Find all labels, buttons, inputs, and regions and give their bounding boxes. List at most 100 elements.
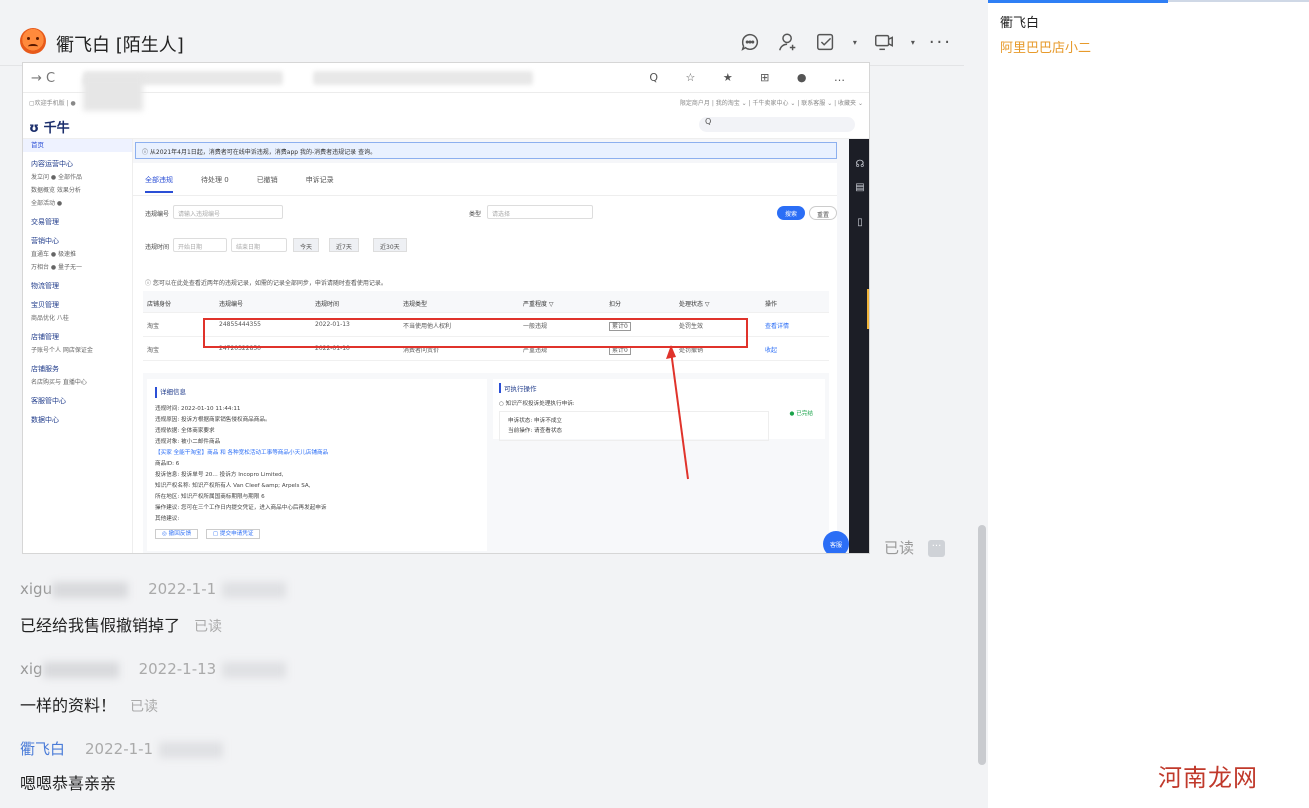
table-cell: 中级管理 xyxy=(523,553,547,554)
sidebar-item: 内容运营中心 xyxy=(31,160,73,168)
task-check-icon[interactable] xyxy=(813,30,839,54)
column-header: 扣分 xyxy=(609,301,622,308)
table-cell: 扣48 xyxy=(609,553,629,554)
column-header: 违规编号 xyxy=(219,301,244,308)
blurred-time xyxy=(222,581,287,598)
detail-line: 商品ID: 6 xyxy=(155,461,180,467)
read-status: 已读 xyxy=(194,619,223,635)
sidebar-item: 万相台 ● 量子无一 xyxy=(31,264,83,271)
start-date-input: 开始日期 xyxy=(173,238,227,252)
chat-bubble-icon[interactable] xyxy=(737,30,763,54)
blurred-name xyxy=(52,581,129,598)
completed-status: ● 已完结 xyxy=(789,411,813,417)
float-service-button: 客服 xyxy=(823,531,849,553)
tab-item: 全部违规 xyxy=(145,175,173,193)
read-status: 已读 xyxy=(884,539,915,557)
violation-detail: 详细信息 违规时间: 2022-01-10 11:44:11 违规原因: 投诉方根… xyxy=(143,373,829,553)
message-text[interactable]: 嗯嗯恭喜亲亲 xyxy=(20,770,116,794)
detail-line: 【买家 全能干淘宝】商品 和 各种宽松活动工事等商品小天儿店铺商品 xyxy=(155,450,329,456)
add-contact-icon[interactable] xyxy=(775,30,801,54)
detail-info: 详细信息 违规时间: 2022-01-10 11:44:11 违规原因: 投诉方根… xyxy=(147,379,487,551)
contact-avatar[interactable] xyxy=(20,28,46,54)
message-body: 已经给我售假撤销掉了 xyxy=(20,616,181,635)
column-header: 严重程度 ▽ xyxy=(523,301,554,308)
contact-shop: 阿里巴巴店小二 xyxy=(1000,41,1092,56)
more-icon[interactable]: ··· xyxy=(929,32,952,53)
table-cell: 淘宝 xyxy=(147,323,160,330)
message-time: 2022-1-13 xyxy=(138,660,217,678)
sidebar-item: 数据中心 xyxy=(31,416,59,424)
headset-icon: ☊ xyxy=(855,159,865,170)
table-cell: 淘宝 xyxy=(147,553,159,554)
message-body: 嗯嗯恭喜亲亲 xyxy=(20,774,117,793)
app-window: 衢飞白 [陌生人] ▾ ▾ ··· → C Q ☆ ★ ⊞ ● … ▢欢迎手机版… xyxy=(0,0,1309,808)
message-meta: xigu 2022-1-1 xyxy=(20,580,287,598)
violation-tabs: 全部违规 待处理 0 已撤销 申诉记录 xyxy=(145,175,334,193)
sender-name[interactable]: xigu xyxy=(20,580,52,598)
sidebar-item: 客服管中心 xyxy=(31,397,66,405)
detail-line: 违规对象: 被小二邮件商品 xyxy=(155,439,221,445)
blurred-time xyxy=(159,741,224,758)
table-header: 店铺身份 违规编号 违规时间 违规类型 严重程度 ▽ 扣分 处理状态 ▽ 操作 xyxy=(143,291,829,313)
table-cell: 15431615442 xyxy=(219,553,261,554)
screenshot-image[interactable]: → C Q ☆ ★ ⊞ ● … ▢欢迎手机版 | ● 限定商户月 | 我的淘宝 … xyxy=(22,62,870,554)
sidebar-item: 直通车 ● 极速推 xyxy=(31,251,77,258)
chevron-down-icon[interactable]: ▾ xyxy=(851,30,859,54)
detail-line: 所在地区: 知识产权所属国商标期限与期限 6 xyxy=(155,494,265,500)
withdraw-button: ◎ 撤回反馈 xyxy=(155,529,199,539)
tab-item: 待处理 0 xyxy=(201,176,229,184)
detail-line: 知识产权名称: 知识产权所有人 Van Cleef &amp; Arpels S… xyxy=(155,483,311,489)
qianniu-logo: ʊ 千牛 xyxy=(29,121,70,136)
time-label: 违规时间 xyxy=(145,244,170,251)
sidebar-item: 商品优化 八桂 xyxy=(31,315,69,322)
browser-icons: Q ☆ ★ ⊞ ● … xyxy=(649,71,857,84)
chat-area: 衢飞白 [陌生人] ▾ ▾ ··· → C Q ☆ ★ ⊞ ● … ▢欢迎手机版… xyxy=(0,0,988,808)
panel-tab-active[interactable] xyxy=(988,0,1168,3)
violation-no-label: 违规编号 xyxy=(145,211,170,218)
phone-icon: ▯ xyxy=(857,217,863,228)
message-meta: 衢飞白 2022-1-1 xyxy=(20,738,224,759)
chevron-down-icon[interactable]: ▾ xyxy=(909,30,917,54)
sidebar-item: 物流管理 xyxy=(31,282,59,290)
column-header: 店铺身份 xyxy=(147,301,172,308)
today-button: 今天 xyxy=(293,238,320,252)
contact-name: 衢飞白 xyxy=(1000,16,1040,31)
detail-title: 详细信息 xyxy=(155,387,479,398)
table-cell: 消费者管理权利 xyxy=(403,553,445,554)
chat-title: 衢飞白 [陌生人] xyxy=(56,35,184,56)
sender-name[interactable]: 衢飞白 xyxy=(20,740,65,758)
blurred-url xyxy=(313,71,533,85)
read-status: 已读 xyxy=(130,699,159,715)
submit-proof-button: ▢ 提交申请凭证 xyxy=(205,529,261,539)
tab-item: 申诉记录 xyxy=(305,176,334,184)
more-icon[interactable]: ··· xyxy=(928,540,945,557)
watermark: 河南龙网 xyxy=(1158,764,1258,792)
sidebar-item: 子账号个人 网店保证金 xyxy=(31,347,93,354)
chat-scrollbar[interactable] xyxy=(978,525,986,765)
message-text[interactable]: 一样的资料！ 已读 xyxy=(20,692,158,716)
last30-button: 近30天 xyxy=(373,238,407,252)
violation-no-input: 请输入违规编号 xyxy=(173,205,283,219)
qianniu-search: Q xyxy=(699,117,855,132)
sidebar-item: 交易管理 xyxy=(31,218,59,226)
doc-icon: ▤ xyxy=(855,182,865,193)
sidebar-item: 宝贝管理 xyxy=(31,301,59,309)
column-header: 违规时间 xyxy=(315,301,340,308)
panel-tab[interactable] xyxy=(1168,0,1309,2)
tab-item: 已撤销 xyxy=(256,176,278,184)
blur-mask xyxy=(83,77,143,111)
detail-line: 违规原因: 投诉方根据商家销售侵权商品商品。 xyxy=(155,417,271,423)
header-toolbar: ▾ ▾ ··· xyxy=(737,30,952,54)
table-cell: 2020-11-20 xyxy=(315,553,350,554)
screen-share-icon[interactable] xyxy=(871,30,897,54)
qianniu-right-toolbar: ☊ ▤ ▯ xyxy=(849,139,869,553)
table-cell: 处罚生效 xyxy=(679,553,703,554)
table-cell: 查看详情 xyxy=(765,323,790,330)
sidebar-item: 店铺服务 xyxy=(31,365,59,373)
sender-name[interactable]: xig xyxy=(20,660,43,678)
end-date-input: 结束日期 xyxy=(231,238,287,252)
table-cell: 淘宝 xyxy=(147,347,160,354)
sidebar-item: 名店购买与 直播中心 xyxy=(31,379,87,386)
message-text[interactable]: 已经给我售假撤销掉了 已读 xyxy=(20,612,222,636)
sidebar-item: 营销中心 xyxy=(31,237,59,245)
